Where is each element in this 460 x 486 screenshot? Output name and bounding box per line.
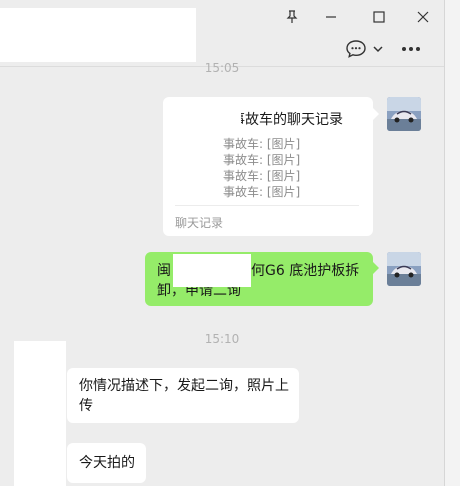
chat-title-redacted	[0, 8, 196, 62]
sent-message-bubble[interactable]: 闽何G6 底池护板拆 卸，申请二询	[145, 252, 373, 306]
chevron-down-icon	[373, 46, 383, 53]
forward-line: 事故车: [图片]	[223, 137, 301, 151]
chat-dropdown-button[interactable]	[371, 36, 385, 62]
forwarded-chat-record-card[interactable]: 事故车的聊天记录 事故车: [图片] 事故车: [图片] 事故车: [图片] 事…	[163, 97, 373, 236]
avatar[interactable]	[387, 97, 421, 131]
maximize-button[interactable]	[366, 5, 392, 29]
message-text: 今天拍的	[79, 455, 135, 471]
chat-info-button[interactable]	[342, 36, 370, 62]
car-avatar-image	[387, 97, 421, 131]
timestamp: 15:05	[204, 61, 240, 75]
forward-footer: 聊天记录	[175, 216, 224, 230]
forward-line: 事故车: [图片]	[223, 185, 301, 199]
bubble-tail	[373, 108, 379, 120]
title-bar	[0, 0, 444, 66]
message-text-line: 传	[79, 398, 93, 414]
maximize-icon	[373, 11, 385, 23]
window-right-edge	[444, 0, 460, 486]
forward-line: 事故车: [图片]	[223, 153, 301, 167]
more-button[interactable]	[398, 36, 424, 62]
redacted-block	[173, 254, 251, 287]
redacted-block	[167, 103, 241, 133]
pin-button[interactable]	[279, 5, 305, 29]
more-icon	[402, 47, 420, 51]
close-button[interactable]	[410, 5, 436, 29]
message-text-fragment: 闽	[157, 263, 171, 279]
timestamp: 15:10	[204, 332, 240, 346]
message-text-fragment: 何G6 底池护板拆	[251, 263, 360, 279]
forward-line: 事故车: [图片]	[223, 169, 301, 183]
forward-divider	[175, 205, 359, 206]
redacted-avatar-area	[14, 341, 66, 486]
chat-bubble-icon	[346, 40, 366, 58]
received-message-bubble[interactable]: 今天拍的	[67, 443, 146, 483]
avatar[interactable]	[387, 252, 421, 286]
received-message-bubble[interactable]: 你情况描述下，发起二询，照片上 传	[67, 368, 299, 423]
minimize-button[interactable]	[318, 5, 344, 29]
message-text-line: 你情况描述下，发起二询，照片上	[79, 378, 289, 394]
minimize-icon	[326, 16, 336, 18]
close-icon	[417, 11, 429, 23]
bubble-tail	[373, 262, 379, 274]
pin-icon	[286, 10, 298, 23]
car-avatar-image	[387, 252, 421, 286]
